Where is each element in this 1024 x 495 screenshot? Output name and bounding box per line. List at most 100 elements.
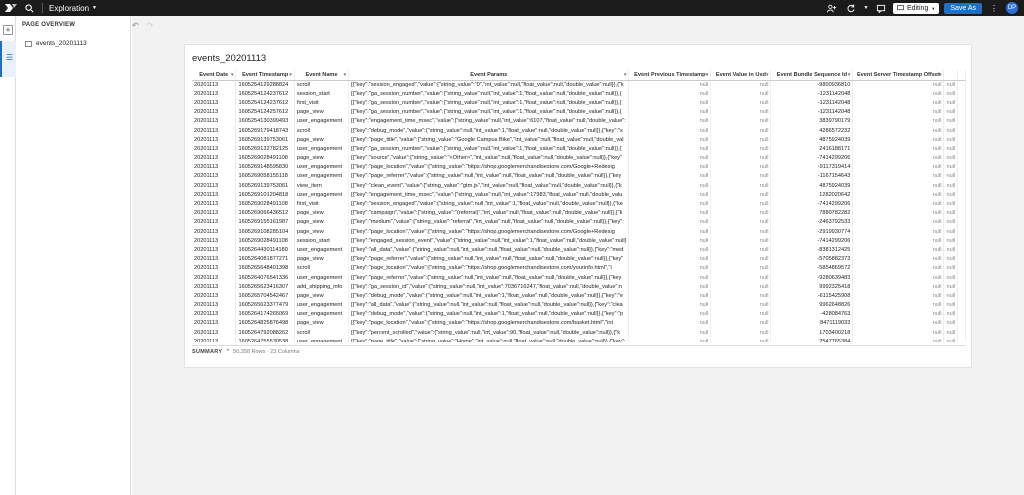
table-cell[interactable]: -9280639483 [770, 272, 854, 283]
table-cell[interactable]: [{"key":"session_engaged","value":{"stri… [348, 80, 630, 90]
table-cell[interactable]: user_engagement [294, 162, 350, 172]
table-cell[interactable]: null [710, 135, 772, 145]
app-logo-icon[interactable] [4, 2, 18, 14]
table-cell[interactable]: [{"key":"campaign","value":{"string_valu… [348, 208, 630, 218]
table-cell[interactable]: [{"key":"engagement_time_msec","value":{… [348, 116, 630, 126]
table-cell[interactable]: 1605269132782125 [235, 144, 295, 154]
table-cell[interactable]: null [852, 272, 945, 283]
table-cell[interactable]: [{"key":"medium","value":{"string_value"… [348, 217, 630, 227]
table-cell[interactable]: scroll [294, 328, 350, 338]
table-cell[interactable]: -5854869572 [770, 263, 854, 273]
table-cell[interactable]: [{"key":"page_referrer","value":{"string… [348, 254, 630, 264]
table-cell[interactable]: null [628, 254, 712, 264]
table-cell[interactable]: 20201113 [192, 98, 237, 108]
table-cell[interactable]: null [628, 291, 712, 301]
table-row[interactable]: 20201113 1605254130399493 user_engagement[… [192, 116, 966, 126]
table-cell[interactable]: -7414299206 [770, 236, 854, 246]
table-cell[interactable]: [{"key":"page_location","value":{"string… [348, 318, 630, 329]
table-cell[interactable]: null [710, 89, 772, 99]
table-cell[interactable]: [{"key":"ga_session_number","value":{"st… [348, 89, 630, 99]
table-cell[interactable]: add_shipping_info [294, 282, 350, 292]
table-cell[interactable]: 1605264430114180 [235, 245, 295, 255]
table-cell[interactable]: [{"key":"page_location","value":{"string… [348, 162, 630, 172]
table-cell[interactable]: null [710, 116, 772, 126]
table-cell[interactable]: null [628, 217, 712, 227]
table-cell[interactable]: page_view [294, 291, 350, 301]
avatar[interactable]: DP [1006, 2, 1018, 14]
table-cell[interactable]: 1605269139753061 [235, 181, 295, 191]
table-cell[interactable]: 1605265623377479 [235, 300, 295, 310]
table-row[interactable]: 20201113 1605269058155118 user_engagement[… [192, 171, 966, 182]
table-cell[interactable]: [{"key":"page_location","value":{"string… [348, 227, 630, 237]
redo-icon[interactable]: ↷ [147, 21, 154, 30]
table-cell[interactable]: 1605254130399493 [235, 116, 295, 126]
table-cell[interactable]: [{"key":"clean_event","value":{"string_v… [348, 181, 630, 191]
table-cell[interactable]: null [710, 107, 772, 117]
table-cell[interactable]: null [628, 245, 712, 255]
table-cell[interactable]: null [628, 282, 712, 292]
table-cell[interactable]: [{"key":"page_title","value":{"string_va… [348, 135, 630, 145]
comment-icon[interactable] [874, 1, 888, 15]
table-cell[interactable]: null [943, 309, 959, 319]
table-cell[interactable]: user_engagement [294, 337, 350, 342]
table-cell[interactable]: 1605269058155118 [235, 171, 295, 182]
table-cell[interactable]: [{"key":"page_title","value":{"string_va… [348, 337, 630, 342]
table-row[interactable]: 20201113 1605269028491108 session_start [{"… [192, 236, 966, 246]
table-cell[interactable]: null [628, 107, 712, 117]
table-cell[interactable]: null [628, 135, 712, 145]
table-cell[interactable]: null [710, 291, 772, 301]
table-cell[interactable]: 4286572232 [770, 125, 854, 136]
table-cell[interactable]: null [628, 300, 712, 310]
table-cell[interactable]: null [710, 208, 772, 218]
table-cell[interactable]: view_item [294, 181, 350, 191]
column-header[interactable]: Event Params ▾ [348, 70, 630, 81]
table-cell[interactable]: null [710, 263, 772, 273]
table-row[interactable]: 20201113 1605269028491108 first_visit [{"ke… [192, 199, 966, 209]
table-cell[interactable]: null [943, 263, 959, 273]
table-cell[interactable]: null [943, 135, 959, 145]
search-icon[interactable] [22, 1, 36, 15]
table-cell[interactable]: null [943, 245, 959, 255]
table-cell[interactable]: 20201113 [192, 181, 237, 191]
table-cell[interactable]: null [628, 181, 712, 191]
table-cell[interactable]: null [710, 217, 772, 227]
table-cell[interactable]: null [943, 116, 959, 126]
table-cell[interactable]: -1231142048 [770, 89, 854, 99]
add-page-button[interactable]: + [3, 25, 13, 35]
table-cell[interactable]: null [852, 153, 945, 163]
column-header[interactable] [943, 70, 959, 81]
table-cell[interactable]: null [943, 318, 959, 329]
table-cell[interactable]: [{"key":"ga_session_number","value":{"st… [348, 144, 630, 154]
table-cell[interactable]: 4875924039 [770, 135, 854, 145]
table-cell[interactable]: -428084763 [770, 309, 854, 319]
table-row[interactable]: 20201113 1605264076541336 user_engagement[… [192, 272, 966, 283]
table-cell[interactable]: null [852, 199, 945, 209]
table-cell[interactable]: 20201113 [192, 80, 237, 90]
table-cell[interactable]: null [710, 171, 772, 182]
table-cell[interactable]: null [628, 153, 712, 163]
table-cell[interactable]: 1605269179418743 [235, 125, 295, 136]
table-cell[interactable]: null [628, 236, 712, 246]
table-cell[interactable]: null [852, 125, 945, 136]
table-cell[interactable]: null [852, 318, 945, 329]
table-cell[interactable]: 1605254124237612 [235, 89, 295, 99]
table-cell[interactable]: null [628, 98, 712, 108]
table-row[interactable]: 20201113 1605264174265069 user_engagement[… [192, 309, 966, 319]
table-cell[interactable]: -9800936810 [770, 80, 854, 90]
table-cell[interactable]: 1605269101204818 [235, 190, 295, 200]
element-title[interactable]: events_20201113 [192, 53, 266, 64]
table-cell[interactable]: null [710, 153, 772, 163]
undo-icon[interactable]: ↶ [132, 21, 139, 30]
table-cell[interactable]: 20201113 [192, 171, 237, 182]
table-cell[interactable]: [{"key":"percent_scrolled","value":{"str… [348, 328, 630, 338]
table-cell[interactable]: user_engagement [294, 309, 350, 319]
table-cell[interactable]: 20201113 [192, 89, 237, 99]
table-cell[interactable]: 20201113 [192, 337, 237, 342]
table-cell[interactable]: null [852, 135, 945, 145]
table-row[interactable]: 20201113 1605265623416307 add_shipping_inf… [192, 282, 966, 292]
table-cell[interactable]: 20201113 [192, 190, 237, 200]
table-cell[interactable]: 7880782282 [770, 208, 854, 218]
table-cell[interactable]: scroll [294, 125, 350, 136]
table-cell[interactable]: null [943, 337, 959, 342]
table-cell[interactable]: null [943, 272, 959, 283]
